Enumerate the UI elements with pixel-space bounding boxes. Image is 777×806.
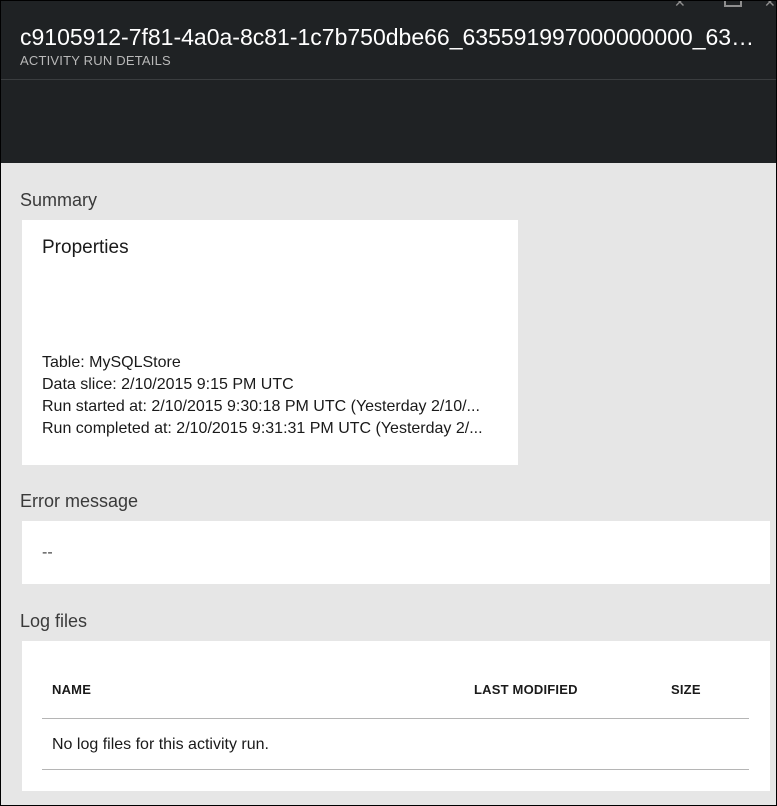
pin-icon[interactable]: ✕ [674, 1, 688, 9]
column-header-size[interactable]: SIZE [671, 682, 701, 698]
activity-run-details-blade: ✕ ✕ c9105912-7f81-4a0a-8c81-1c7b750dbe66… [0, 0, 777, 806]
properties-list: Table: MySQLStore Data slice: 2/10/2015 … [42, 352, 502, 440]
close-icon[interactable]: ✕ [764, 1, 776, 9]
properties-title: Properties [42, 237, 129, 258]
maximize-icon[interactable] [724, 1, 742, 7]
error-section-label: Error message [20, 491, 139, 511]
empty-log-message: No log files for this activity run. [52, 736, 269, 753]
properties-tile[interactable]: Properties Table: MySQLStore Data slice:… [22, 220, 518, 465]
property-table: Table: MySQLStore [42, 354, 181, 371]
summary-section-label: Summary [20, 190, 98, 210]
blade-header: ✕ ✕ c9105912-7f81-4a0a-8c81-1c7b750dbe66… [1, 1, 776, 163]
header-divider [1, 79, 776, 80]
property-run-started: Run started at: 2/10/2015 9:30:18 PM UTC… [42, 398, 480, 415]
error-message-card: -- [22, 521, 770, 584]
column-header-last-modified[interactable]: LAST MODIFIED [474, 682, 578, 698]
log-files-section-label: Log files [20, 611, 88, 631]
column-header-name[interactable]: NAME [52, 682, 91, 698]
log-files-card: NAME LAST MODIFIED SIZE No log files for… [22, 641, 770, 791]
error-message-value: -- [42, 544, 53, 561]
table-row: No log files for this activity run. [42, 719, 749, 770]
property-data-slice: Data slice: 2/10/2015 9:15 PM UTC [42, 376, 294, 393]
window-controls: ✕ ✕ [656, 1, 776, 9]
blade-title: c9105912-7f81-4a0a-8c81-1c7b750dbe66_635… [20, 24, 765, 50]
blade-subtitle: ACTIVITY RUN DETAILS [20, 53, 171, 68]
table-header: NAME LAST MODIFIED SIZE [42, 641, 749, 719]
log-files-table: NAME LAST MODIFIED SIZE No log files for… [42, 641, 749, 770]
property-run-completed: Run completed at: 2/10/2015 9:31:31 PM U… [42, 420, 483, 437]
